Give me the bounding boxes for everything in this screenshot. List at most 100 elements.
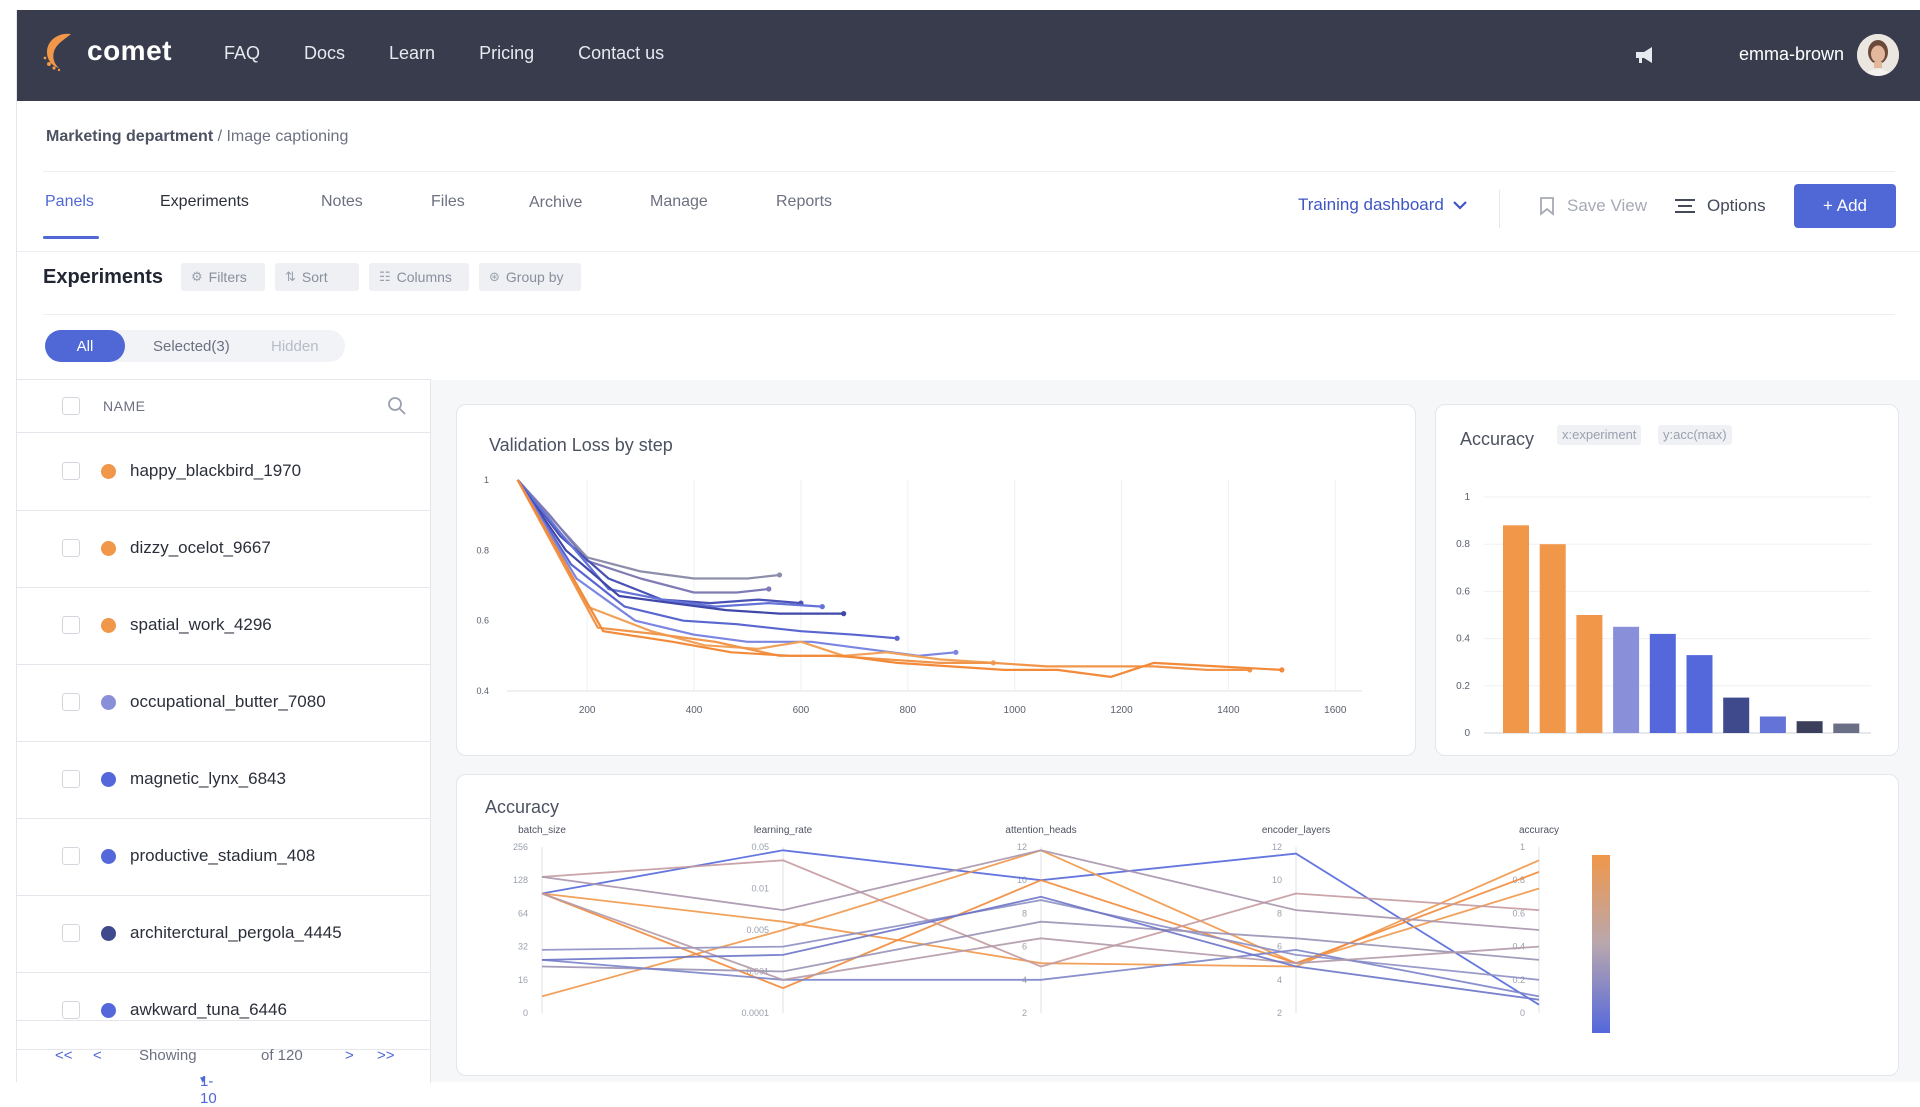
avatar-image	[1857, 34, 1899, 76]
pager-total: of 120	[261, 1047, 303, 1064]
row-checkbox[interactable]	[62, 1001, 80, 1019]
search-icon[interactable]	[387, 396, 407, 416]
options-button[interactable]: Options	[1675, 196, 1766, 216]
parallel-tick-label: 2	[1277, 1008, 1282, 1018]
experiment-color-dot	[101, 618, 116, 633]
name-column-header[interactable]: NAME	[103, 398, 145, 414]
tab-reports[interactable]: Reports	[776, 193, 832, 211]
sort-button[interactable]: ⇅ Sort	[275, 263, 359, 291]
username[interactable]: emma-brown	[1739, 44, 1844, 65]
group-by-button[interactable]: ⊛ Group by	[479, 263, 581, 291]
experiment-name[interactable]: spatial_work_4296	[130, 615, 272, 635]
experiment-row[interactable]: spatial_work_4296	[17, 587, 430, 665]
parallel-axis-label: batch_size	[518, 825, 566, 836]
series-end-point	[766, 586, 772, 592]
accuracy-bar	[1833, 723, 1860, 733]
validation-loss-panel[interactable]: Validation Loss by step 200 400 600 800 1000…	[456, 404, 1416, 756]
filters-button[interactable]: ⚙ Filters	[181, 263, 265, 291]
row-checkbox[interactable]	[62, 847, 80, 865]
row-checkbox[interactable]	[62, 462, 80, 480]
parallel-coordinates-chart[interactable]: batch_size0163264128256learning_rate0.00…	[457, 775, 1898, 1075]
validation-loss-chart[interactable]: 200 400 600 800 1000 1200 1400 1600 0.4 0.6 0.8 1	[457, 405, 1415, 755]
y-tick-label: 1	[484, 475, 489, 485]
row-checkbox[interactable]	[62, 693, 80, 711]
columns-label: Columns	[396, 269, 452, 285]
x-tick-label: 1200	[1110, 705, 1133, 716]
experiment-name[interactable]: happy_blackbird_1970	[130, 461, 301, 481]
experiment-name[interactable]: dizzy_ocelot_9667	[130, 538, 271, 558]
announcements-megaphone-icon[interactable]	[1633, 44, 1657, 66]
parallel-tick-label: 8	[1022, 908, 1027, 918]
row-checkbox[interactable]	[62, 539, 80, 557]
row-checkbox[interactable]	[62, 770, 80, 788]
accuracy-bar	[1649, 633, 1676, 733]
x-tick-label: 200	[579, 705, 596, 716]
tab-notes[interactable]: Notes	[321, 193, 363, 211]
experiment-name[interactable]: magnetic_lynx_6843	[130, 769, 286, 789]
options-lines-icon	[1675, 199, 1695, 213]
experiment-row[interactable]: happy_blackbird_1970	[17, 433, 430, 511]
nav-link-learn[interactable]: Learn	[389, 43, 435, 64]
nav-link-contact[interactable]: Contact us	[578, 43, 664, 64]
series-end-point	[841, 611, 847, 617]
segment-all[interactable]: All	[45, 330, 125, 362]
breadcrumb-divider	[43, 171, 1895, 172]
nav-link-faq[interactable]: FAQ	[224, 43, 260, 64]
experiment-row[interactable]: occupational_butter_7080	[17, 664, 430, 742]
columns-button[interactable]: ☷ Columns	[369, 263, 469, 291]
accuracy-bar	[1723, 697, 1750, 733]
comet-logo[interactable]: comet	[41, 30, 172, 72]
next-page-button[interactable]: >	[345, 1047, 354, 1064]
experiment-name[interactable]: occupational_butter_7080	[130, 692, 326, 712]
experiment-row[interactable]: dizzy_ocelot_9667	[17, 510, 430, 588]
tab-files[interactable]: Files	[431, 193, 465, 211]
accuracy-bar	[1539, 544, 1566, 733]
accuracy-bar-panel[interactable]: Accuracy x:experiment y:acc(max) 0 0.2 0.4…	[1435, 404, 1899, 756]
experiment-name[interactable]: architerctural_pergola_4445	[130, 923, 342, 943]
user-avatar[interactable]	[1857, 34, 1899, 76]
segment-hidden[interactable]: Hidden	[271, 338, 319, 355]
experiment-color-dot	[101, 464, 116, 479]
group-by-label: Group by	[505, 269, 564, 285]
breadcrumb-project[interactable]: Image captioning	[226, 128, 348, 145]
experiment-row[interactable]: magnetic_lynx_6843	[17, 741, 430, 819]
accuracy-bar-chart[interactable]: 0 0.2 0.4 0.6 0.8 1	[1436, 405, 1898, 755]
parallel-tick-label: 0.4	[1512, 942, 1525, 952]
tab-archive[interactable]: Archive	[529, 194, 582, 212]
group-by-icon: ⊛	[489, 269, 500, 284]
tab-panels[interactable]: Panels	[45, 193, 94, 211]
pagination: << < Showing 1-10 ▾ of 120 > >>	[17, 1020, 430, 1107]
accuracy-bar	[1796, 721, 1823, 733]
dashboard-select[interactable]: Training dashboard	[1298, 195, 1468, 215]
first-page-button[interactable]: <<	[55, 1047, 73, 1064]
options-label: Options	[1707, 196, 1766, 215]
accuracy-parallel-panel[interactable]: Accuracy batch_size 0 16 32 64 128 256 learning…	[456, 774, 1899, 1076]
prev-page-button[interactable]: <	[93, 1047, 102, 1064]
nav-link-docs[interactable]: Docs	[304, 43, 345, 64]
y-tick-label: 0.6	[1456, 586, 1470, 597]
experiment-list-panel: NAME happy_blackbird_1970 dizzy_ocelot_96…	[17, 379, 431, 1107]
segment-selected[interactable]: Selected(3)	[153, 338, 230, 355]
toolbar-separator	[1499, 190, 1500, 228]
breadcrumb-workspace[interactable]: Marketing department	[46, 128, 213, 145]
parallel-tick-label: 32	[518, 942, 528, 952]
parallel-tick-label: 0.01	[751, 884, 769, 894]
save-view-button[interactable]: Save View	[1539, 196, 1647, 216]
experiment-name[interactable]: awkward_tuna_6446	[130, 1000, 287, 1020]
tab-experiments[interactable]: Experiments	[160, 193, 249, 211]
experiment-row[interactable]: productive_stadium_408	[17, 818, 430, 896]
y-tick-label: 0.4	[476, 686, 489, 696]
comet-logo-icon	[43, 33, 71, 72]
tab-manage[interactable]: Manage	[650, 193, 708, 211]
add-button[interactable]: + Add	[1794, 184, 1896, 228]
select-all-checkbox[interactable]	[62, 397, 80, 415]
row-checkbox[interactable]	[62, 616, 80, 634]
parallel-tick-label: 64	[518, 908, 528, 918]
sort-label: Sort	[301, 269, 328, 285]
last-page-button[interactable]: >>	[377, 1047, 395, 1064]
logo-text: comet	[87, 35, 172, 66]
row-checkbox[interactable]	[62, 924, 80, 942]
experiment-name[interactable]: productive_stadium_408	[130, 846, 315, 866]
experiment-row[interactable]: architerctural_pergola_4445	[17, 895, 430, 973]
nav-link-pricing[interactable]: Pricing	[479, 43, 534, 64]
